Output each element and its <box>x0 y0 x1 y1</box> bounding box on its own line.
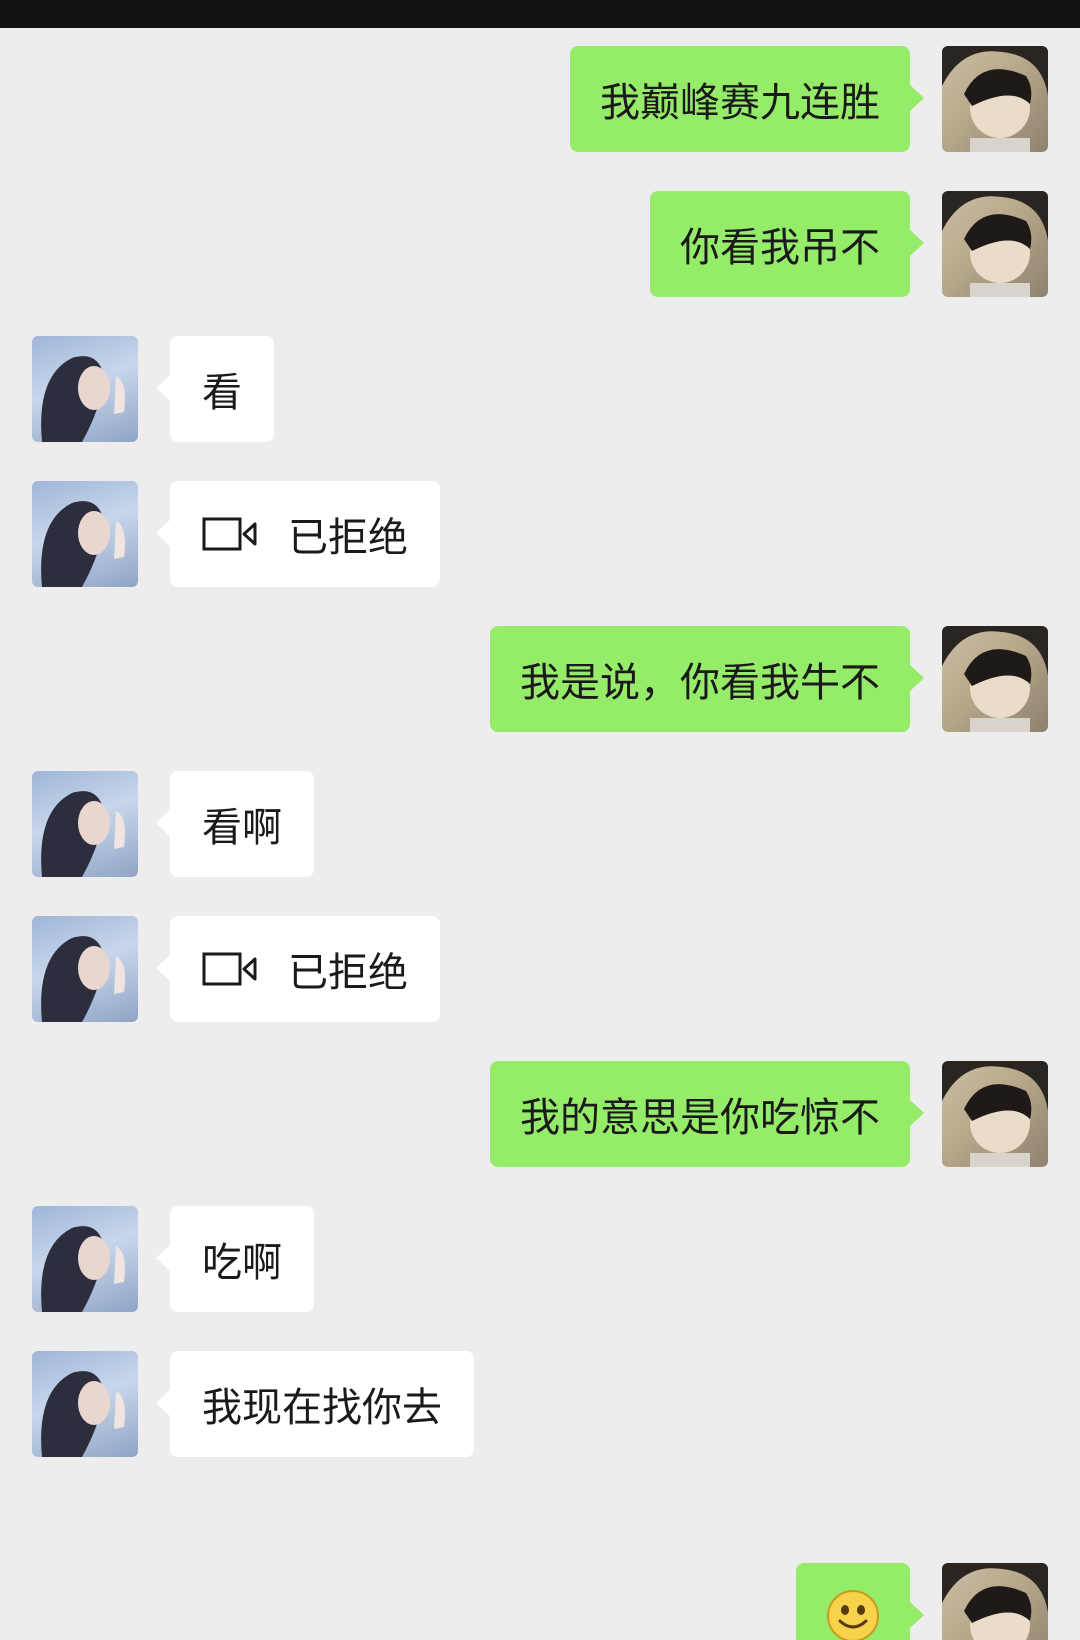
message-bubble[interactable]: 我是说，你看我牛不 <box>490 626 924 732</box>
video-call-bubble[interactable]: 已拒绝 <box>156 481 440 587</box>
message-text: 我现在找你去 <box>202 1385 442 1431</box>
message-text: 你看我吊不 <box>680 225 880 271</box>
message-row: 我巅峰赛九连胜 <box>0 46 1080 154</box>
message-row: 看 <box>0 336 1080 444</box>
message-row: 你看我吊不 <box>0 191 1080 299</box>
contact-avatar[interactable] <box>32 336 138 442</box>
message-bubble[interactable]: 我的意思是你吃惊不 <box>490 1061 924 1167</box>
self-avatar[interactable] <box>942 1061 1048 1167</box>
message-bubble[interactable]: 我现在找你去 <box>156 1351 474 1457</box>
message-row: 我的意思是你吃惊不 <box>0 1061 1080 1169</box>
self-avatar[interactable] <box>942 46 1048 152</box>
message-text: 看啊 <box>202 805 282 851</box>
message-bubble[interactable]: 看啊 <box>156 771 314 877</box>
message-row: 我是说，你看我牛不 <box>0 626 1080 734</box>
contact-avatar[interactable] <box>32 481 138 587</box>
message-row: 已拒绝 <box>0 481 1080 589</box>
self-avatar[interactable] <box>942 191 1048 297</box>
contact-avatar[interactable] <box>32 916 138 1022</box>
status-bar <box>0 0 1080 28</box>
message-row <box>0 1563 1080 1640</box>
self-avatar[interactable] <box>942 1563 1048 1640</box>
call-status-text: 已拒绝 <box>288 950 408 996</box>
message-row: 吃啊 <box>0 1206 1080 1314</box>
video-call-icon <box>202 516 258 552</box>
message-text: 我巅峰赛九连胜 <box>600 80 880 126</box>
self-avatar[interactable] <box>942 626 1048 732</box>
contact-avatar[interactable] <box>32 771 138 877</box>
message-bubble[interactable]: 你看我吊不 <box>650 191 924 297</box>
video-call-icon <box>202 951 258 987</box>
message-text: 看 <box>202 370 242 416</box>
smile-emoji-icon <box>826 1589 880 1640</box>
video-call-bubble[interactable]: 已拒绝 <box>156 916 440 1022</box>
message-row: 我现在找你去 <box>0 1351 1080 1459</box>
message-text: 我的意思是你吃惊不 <box>520 1095 880 1141</box>
message-row: 看啊 <box>0 771 1080 879</box>
call-status-text: 已拒绝 <box>288 515 408 561</box>
message-text: 吃啊 <box>202 1240 282 1286</box>
contact-avatar[interactable] <box>32 1206 138 1312</box>
message-row: 已拒绝 <box>0 916 1080 1024</box>
contact-avatar[interactable] <box>32 1351 138 1457</box>
message-bubble[interactable]: 我巅峰赛九连胜 <box>570 46 924 152</box>
chat-message-list[interactable]: 我巅峰赛九连胜 你看我吊不 看 已拒绝 我是说，你看我牛不 看啊 已拒绝 我的意… <box>0 28 1080 1640</box>
emoji-bubble[interactable] <box>796 1563 924 1640</box>
message-bubble[interactable]: 吃啊 <box>156 1206 314 1312</box>
message-text: 我是说，你看我牛不 <box>520 660 880 706</box>
message-bubble[interactable]: 看 <box>156 336 274 442</box>
